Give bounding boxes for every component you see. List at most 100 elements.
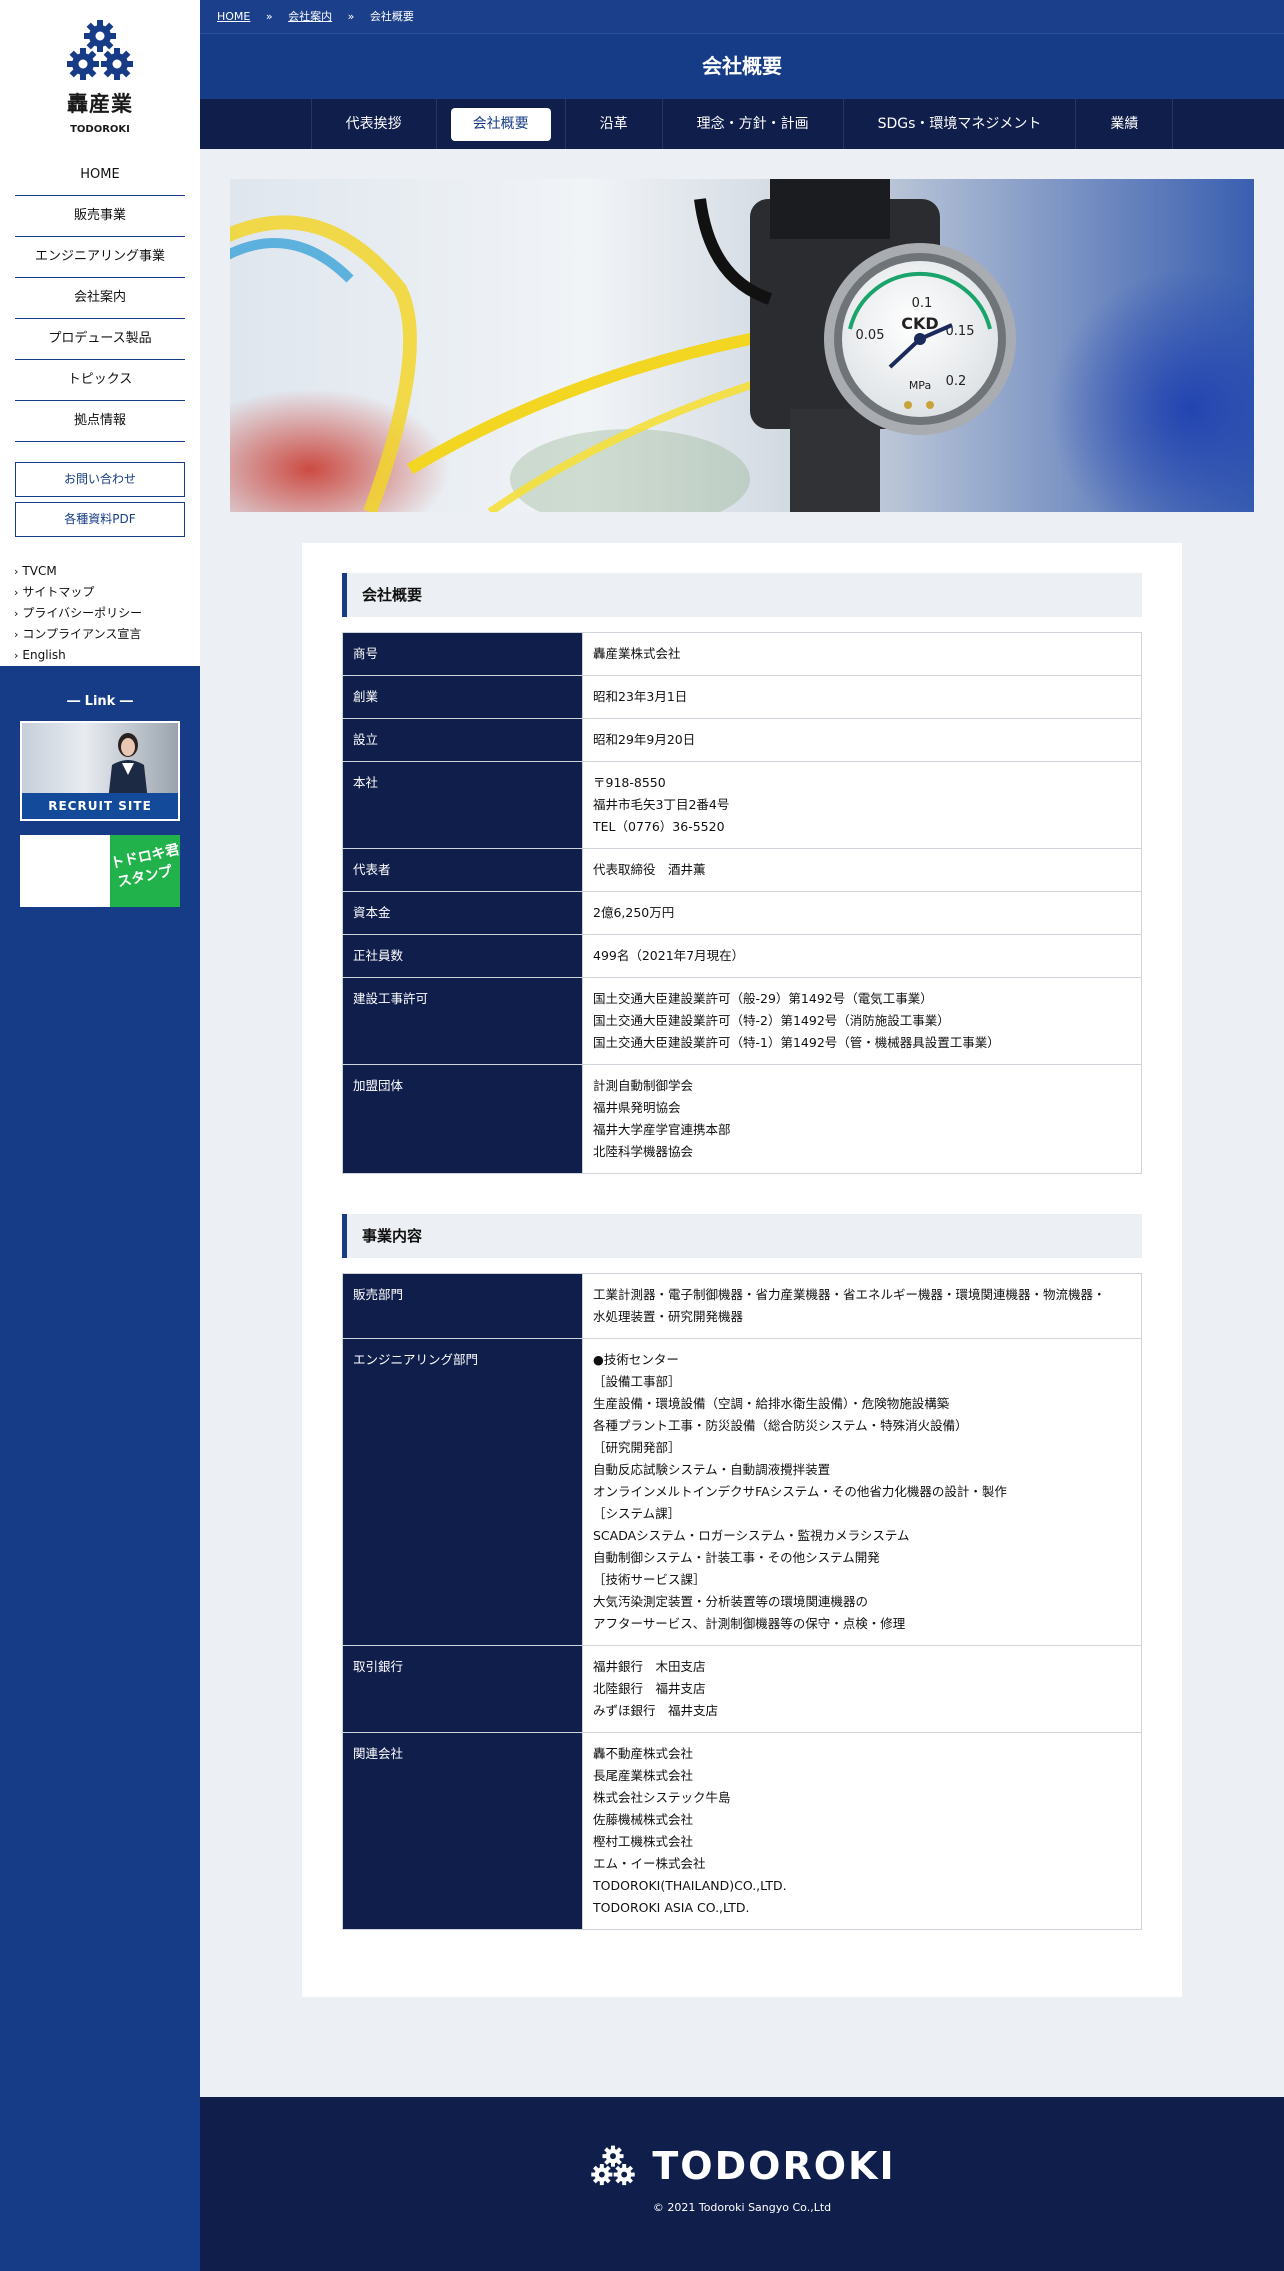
row-label: エンジニアリング部門: [342, 1338, 583, 1646]
person-photo-icon: [108, 733, 148, 801]
tab-philosophy[interactable]: 理念・方針・計画: [661, 99, 843, 149]
row-value: 2億6,250万円: [582, 891, 1142, 935]
row-value: 轟産業株式会社: [582, 632, 1142, 676]
footer-wordmark: TODOROKI: [652, 2144, 896, 2188]
row-value: 代表取締役 酒井薫: [582, 848, 1142, 892]
sub-link-label: English: [22, 648, 66, 662]
sub-link-tvcm[interactable]: › TVCM: [14, 561, 200, 582]
gauge-unit: MPa: [909, 379, 931, 392]
footer: TODOROKI © 2021 Todoroki Sangyo Co.,Ltd: [200, 2097, 1284, 2271]
breadcrumb: HOME » 会社案内 » 会社概要: [200, 0, 1284, 34]
table-row: 設立 昭和29年9月20日: [342, 718, 1142, 762]
row-value-line: 〒918-8550: [593, 775, 666, 790]
sidebar-item-home[interactable]: HOME: [15, 155, 185, 196]
row-label: 代表者: [342, 848, 583, 892]
row-value-line: 工業計測器・電子制御機器・省力産業機器・省エネルギー機器・環境関連機器・物流機器…: [593, 1287, 1106, 1302]
row-value-line: ●技術センター: [593, 1352, 679, 1367]
tab-greeting[interactable]: 代表挨拶: [310, 99, 436, 149]
company-info-table: 商号 轟産業株式会社 創業 昭和23年3月1日 設立 昭和29年9月20日 本社 〒918-8…: [342, 632, 1142, 1174]
sidebar-nav: HOME 販売事業 エンジニアリング事業 会社案内 プロデュース製品 トピックス…: [15, 155, 185, 442]
sidebar-item-engineering[interactable]: エンジニアリング事業: [15, 237, 185, 278]
table-row: 加盟団体 計測自動制御学会 福井県発明協会福井大学産学官連携本部 北陸科学機器協会: [342, 1064, 1142, 1174]
row-value: 昭和23年3月1日: [582, 675, 1142, 719]
sub-nav-tabs: 代表挨拶 会社概要 沿革 理念・方針・計画 SDGs・環境マネジメント 業績: [200, 99, 1284, 149]
row-value-line: 国土交通大臣建設業許可（特-2）第1492号（消防施設工事業）: [593, 1013, 950, 1028]
row-value-line: 代表取締役 酒井薫: [593, 862, 706, 877]
row-value-line: 499名（2021年7月現在）: [593, 948, 745, 963]
gauge-mark: 0.1: [912, 296, 933, 311]
sidebar-item-locations[interactable]: 拠点情報: [15, 401, 185, 442]
tab-sdgs[interactable]: SDGs・環境マネジメント: [842, 99, 1076, 149]
table-row: 資本金 2億6,250万円: [342, 891, 1142, 935]
row-value: 計測自動制御学会 福井県発明協会福井大学産学官連携本部 北陸科学機器協会: [582, 1064, 1142, 1174]
gauge-mark: 0.05: [856, 328, 885, 343]
row-value-line: 計測自動制御学会: [593, 1078, 694, 1093]
row-label: 本社: [342, 761, 583, 849]
row-value-line: 長尾産業株式会社: [593, 1768, 694, 1783]
business-info-table: 販売部門 工業計測器・電子制御機器・省力産業機器・省エネルギー機器・環境関連機器・…: [342, 1273, 1142, 1930]
breadcrumb-home[interactable]: HOME: [217, 10, 250, 23]
row-value-line: 各種プラント工事・防災設備（総合防災システム・特殊消火設備）: [593, 1418, 968, 1433]
tab-performance[interactable]: 業績: [1075, 99, 1174, 149]
breadcrumb-company[interactable]: 会社案内: [288, 10, 332, 23]
row-value-line: ［システム課］: [593, 1506, 681, 1521]
contact-button[interactable]: お問い合わせ: [15, 462, 185, 497]
sub-link-sitemap[interactable]: › サイトマップ: [14, 582, 200, 603]
table-row: 販売部門 工業計測器・電子制御機器・省力産業機器・省エネルギー機器・環境関連機器・…: [342, 1273, 1142, 1339]
copyright: © 2021 Todoroki Sangyo Co.,Ltd: [652, 2201, 832, 2214]
row-value-line: 水処理装置・研究開発機器: [593, 1309, 744, 1324]
row-value-line: 福井大学産学官連携本部: [593, 1122, 731, 1137]
sub-link-compliance[interactable]: › コンプライアンス宣言: [14, 624, 200, 645]
row-label: 加盟団体: [342, 1064, 583, 1174]
row-value-line: 樫村工機株式会社: [593, 1834, 694, 1849]
row-value-line: TODOROKI(THAILAND)CO.,LTD.: [593, 1878, 787, 1893]
gauge-brand: CKD: [901, 314, 938, 333]
row-value-line: みずほ銀行 福井支店: [593, 1703, 719, 1718]
row-value-line: アフターサービス、計測制御機器等の保守・点検・修理: [593, 1616, 906, 1631]
sub-links: › TVCM › サイトマップ › プライバシーポリシー › コンプライアンス宣言 › E…: [14, 561, 200, 666]
row-label: 正社員数: [342, 934, 583, 978]
stamp-banner[interactable]: トドロキ君 スタンプ: [20, 835, 180, 907]
logo-name-en: TODOROKI: [70, 124, 130, 135]
row-value-line: 北陸銀行 福井支店: [593, 1681, 706, 1696]
table-row: 商号 轟産業株式会社: [342, 632, 1142, 676]
row-value-line: 2億6,250万円: [593, 905, 675, 920]
sub-link-privacy[interactable]: › プライバシーポリシー: [14, 603, 200, 624]
row-label: 建設工事許可: [342, 977, 583, 1065]
sub-link-english[interactable]: › English: [14, 645, 200, 666]
sidebar-item-topics[interactable]: トピックス: [15, 360, 185, 401]
row-label: 創業: [342, 675, 583, 719]
sidebar-item-products[interactable]: プロデュース製品: [15, 319, 185, 360]
row-value-line: 福井県発明協会: [593, 1100, 681, 1115]
breadcrumb-separator: »: [265, 10, 273, 23]
breadcrumb-current: 会社概要: [369, 10, 414, 23]
row-value-line: 轟不動産株式会社: [593, 1746, 694, 1761]
pdf-docs-button[interactable]: 各種資料PDF: [15, 502, 185, 537]
footer-logo[interactable]: TODOROKI: [200, 2143, 1284, 2189]
table-row: 正社員数 499名（2021年7月現在）: [342, 934, 1142, 978]
row-value-line: 自動反応試験システム・自動調液攪拌装置: [593, 1462, 831, 1477]
row-value-line: TEL（0776）36-5520: [593, 819, 725, 834]
logo[interactable]: 轟産業 TODOROKI: [0, 18, 200, 135]
row-value-line: ［技術サービス課］: [593, 1572, 706, 1587]
chevron-right-icon: ›: [14, 628, 19, 641]
sidebar-item-sales[interactable]: 販売事業: [15, 196, 185, 237]
row-label: 関連会社: [342, 1732, 583, 1930]
tab-history[interactable]: 沿革: [564, 99, 662, 149]
table-row: 本社 〒918-8550 福井市毛矢3丁目2番4号 TEL（0776）36-5520: [342, 761, 1142, 849]
section-heading-business: 事業内容: [342, 1214, 1142, 1258]
table-row: 建設工事許可 国土交通大臣建設業許可（般-29）第1492号（電気工事業） 国土交通…: [342, 977, 1142, 1065]
recruit-site-banner[interactable]: RECRUIT SITE: [20, 721, 180, 821]
row-value: 国土交通大臣建設業許可（般-29）第1492号（電気工事業） 国土交通大臣建設業許…: [582, 977, 1142, 1065]
row-value-line: 北陸科学機器協会: [593, 1144, 694, 1159]
row-value-line: 佐藤機械株式会社: [593, 1812, 694, 1827]
row-value-line: 株式会社システック牛島: [593, 1790, 731, 1805]
row-value-line: 福井市毛矢3丁目2番4号: [593, 797, 730, 812]
row-value-line: 国土交通大臣建設業許可（般-29）第1492号（電気工事業）: [593, 991, 933, 1006]
main: HOME » 会社案内 » 会社概要 会社概要 代表挨拶 会社概要 沿革 理念・…: [200, 0, 1284, 1997]
sidebar-item-company[interactable]: 会社案内: [15, 278, 185, 319]
tab-overview[interactable]: 会社概要: [435, 99, 565, 149]
row-value-line: 自動制御システム・計装工事・その他システム開発: [593, 1550, 880, 1565]
stamp-banner-label: トドロキ君 スタンプ: [109, 835, 180, 907]
row-value-line: 福井銀行 木田支店: [593, 1659, 706, 1674]
